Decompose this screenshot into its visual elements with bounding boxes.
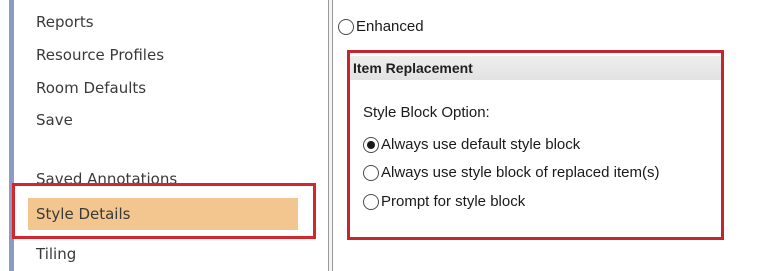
radio-button[interactable] [338, 18, 354, 35]
nav-item-saved-annotations[interactable]: Saved Annotations [28, 163, 298, 183]
nav-item-save[interactable]: Save [28, 104, 298, 136]
enhanced-option[interactable]: Enhanced [338, 18, 424, 35]
nav-item-reports[interactable]: Reports [28, 6, 298, 38]
nav-item-tiling[interactable]: Tiling [28, 238, 298, 270]
enhanced-label: Enhanced [356, 18, 424, 35]
item-replacement-highlight-box [347, 50, 724, 240]
nav-item-resource-profiles[interactable]: Resource Profiles [28, 39, 298, 71]
selected-item-highlight-box [12, 183, 316, 239]
navigation-pane: Reports Resource Profiles Room Defaults … [0, 0, 318, 271]
options-pane: Enhanced Item Replacement Style Block Op… [333, 0, 761, 271]
nav-item-room-defaults[interactable]: Room Defaults [28, 72, 298, 104]
